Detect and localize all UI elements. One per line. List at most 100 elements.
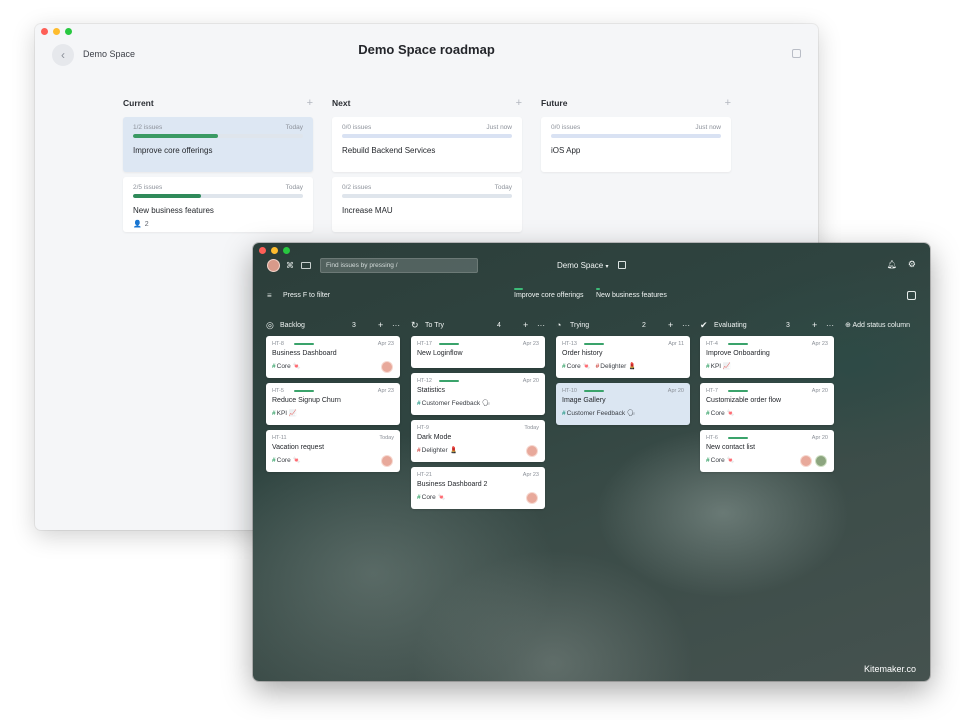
add-issue-icon[interactable]: + (378, 320, 392, 330)
issue-card[interactable]: HT-6 Apr 20 New contact list #Core 🍬 (700, 430, 834, 472)
command-icon[interactable]: ⌘ (286, 261, 294, 270)
issue-card[interactable]: HT-13 Apr 11 Order history #Core 🍬 #Delig… (556, 336, 690, 378)
issue-card[interactable]: HT-4 Apr 23 Improve Onboarding #KPI 📈 (700, 336, 834, 378)
add-issue-icon[interactable]: + (668, 320, 682, 330)
column-count: 3 (786, 321, 790, 329)
issue-labels: #Core 🍬 (272, 456, 394, 464)
issue-date: Apr 23 (377, 388, 394, 394)
issue-card[interactable]: HT-17 Apr 23 New Loginflow (411, 336, 545, 368)
assignee-avatar[interactable] (526, 492, 538, 504)
page-title: Demo Space roadmap (358, 42, 495, 57)
window-controls (41, 28, 72, 35)
issue-id: HT-13 (562, 341, 577, 347)
issue-date: Apr 23 (522, 472, 539, 478)
issue-count: 0/0 issues (551, 124, 581, 131)
minimize-window-button[interactable] (53, 28, 60, 35)
close-window-button[interactable] (41, 28, 48, 35)
effort-bar (584, 342, 604, 346)
issue-date: Apr 20 (811, 388, 828, 394)
initiative-card[interactable]: 0/0 issues Just now Rebuild Backend Serv… (332, 117, 522, 172)
issue-count: 0/2 issues (342, 184, 372, 191)
trying-status-icon: ◔ (556, 319, 562, 330)
initiative-chip[interactable]: New business features (596, 288, 667, 299)
add-issue-icon[interactable]: + (523, 320, 537, 330)
initiative-card[interactable]: 1/2 issues Today Improve core offerings (123, 117, 313, 172)
issue-date: Today (524, 425, 539, 431)
issue-title: Reduce Signup Churn (272, 397, 341, 404)
issue-labels: #Customer Feedback 🗣 (562, 409, 684, 417)
bell-icon[interactable]: 🔔︎ (887, 260, 897, 269)
initiative-card[interactable]: 0/2 issues Today Increase MAU (332, 177, 522, 232)
column-name: To Try (425, 321, 445, 329)
issue-title: New contact list (706, 444, 756, 451)
more-icon[interactable]: ··· (392, 321, 400, 330)
initiative-card[interactable]: 0/0 issues Just now iOS App (541, 117, 731, 172)
search-input[interactable] (320, 258, 478, 273)
issue-card[interactable]: HT-5 Apr 23 Reduce Signup Churn #KPI 📈 (266, 383, 400, 425)
initiative-title: Improve core offerings (133, 146, 213, 155)
more-icon[interactable]: ··· (537, 321, 545, 330)
issue-card[interactable]: HT-12 Apr 20 Statistics #Customer Feedbac… (411, 373, 545, 415)
space-switcher[interactable]: Demo Space ▾ (557, 261, 609, 270)
issue-card[interactable]: HT-10 Apr 20 Image Gallery #Customer Feed… (556, 383, 690, 425)
updated-time: Today (285, 124, 303, 131)
add-initiative-icon[interactable]: + (725, 97, 731, 109)
assignee-avatar[interactable] (800, 455, 812, 467)
avatar[interactable] (267, 259, 280, 272)
assignee-avatar[interactable] (381, 361, 393, 373)
minimize-window-button[interactable] (271, 247, 278, 254)
filter-hint[interactable]: Press F to filter (283, 292, 330, 299)
issue-card[interactable]: HT-7 Apr 20 Customizable order flow #Core… (700, 383, 834, 425)
more-icon[interactable]: ··· (682, 321, 690, 330)
initiative-title: Increase MAU (342, 206, 393, 215)
label: #Customer Feedback 🗣 (417, 400, 491, 407)
sidebar-toggle-icon[interactable] (792, 49, 801, 58)
column-name: Evaluating (714, 321, 747, 329)
column-count: 3 (352, 321, 356, 329)
effort-bar (439, 379, 459, 383)
board-window: ⌘ Demo Space ▾ 🔔︎ ⚙ ≡ Press F to filter … (253, 243, 930, 681)
initiative-card[interactable]: 2/5 issues Today New business features 👤… (123, 177, 313, 232)
zoom-window-button[interactable] (283, 247, 290, 254)
assignee-avatar[interactable] (526, 445, 538, 457)
backlog-status-icon: ◎ (266, 319, 274, 330)
effort-bar (728, 342, 748, 346)
issue-card[interactable]: HT-21 Apr 23 Business Dashboard 2 #Core 🍬 (411, 467, 545, 509)
add-issue-icon[interactable]: + (812, 320, 826, 330)
issue-date: Apr 20 (811, 435, 828, 441)
issue-title: Dark Mode (417, 434, 452, 441)
issue-date: Apr 20 (667, 388, 684, 394)
column-name: Backlog (280, 321, 305, 329)
add-initiative-icon[interactable]: + (516, 97, 522, 109)
issue-id: HT-5 (272, 388, 284, 394)
plus-circle-icon: ⊕ (845, 322, 851, 329)
issue-date: Today (379, 435, 394, 441)
add-initiative-icon[interactable]: + (307, 97, 313, 109)
close-window-button[interactable] (259, 247, 266, 254)
zoom-window-button[interactable] (65, 28, 72, 35)
progress-bar (342, 194, 512, 198)
label: #KPI 📈 (706, 363, 732, 370)
roadmap-column-future: Future + 0/0 issues Just now iOS App (541, 96, 731, 177)
issue-card[interactable]: HT-8 Apr 23 Business Dashboard #Core 🍬 (266, 336, 400, 378)
assignee-avatar[interactable] (381, 455, 393, 467)
initiative-chip[interactable]: Improve core offerings (514, 288, 584, 299)
roadmap-icon[interactable] (618, 261, 626, 269)
exit-icon[interactable] (907, 291, 916, 300)
issue-card[interactable]: HT-9 Today Dark Mode #Delighter 💄 (411, 420, 545, 462)
more-icon[interactable]: ··· (826, 321, 834, 330)
issue-labels: #Core 🍬 (417, 493, 539, 501)
issue-title: Vacation request (272, 444, 325, 451)
add-status-column-button[interactable]: ⊕ Add status column (845, 321, 910, 329)
window-controls (259, 247, 290, 254)
brand-watermark: Kitemaker.co (863, 664, 916, 674)
issue-count: 2/5 issues (133, 184, 163, 191)
gear-icon[interactable]: ⚙ (908, 259, 916, 270)
issue-card[interactable]: HT-11 Today Vacation request #Core 🍬 (266, 430, 400, 472)
issue-labels: #Core 🍬 #Delighter 💄 (562, 362, 684, 370)
issue-id: HT-9 (417, 425, 429, 431)
keyboard-icon[interactable] (301, 262, 311, 269)
assignee-avatar[interactable] (815, 455, 827, 467)
initiative-progress (514, 288, 523, 290)
filter-icon[interactable]: ≡ (267, 291, 272, 300)
